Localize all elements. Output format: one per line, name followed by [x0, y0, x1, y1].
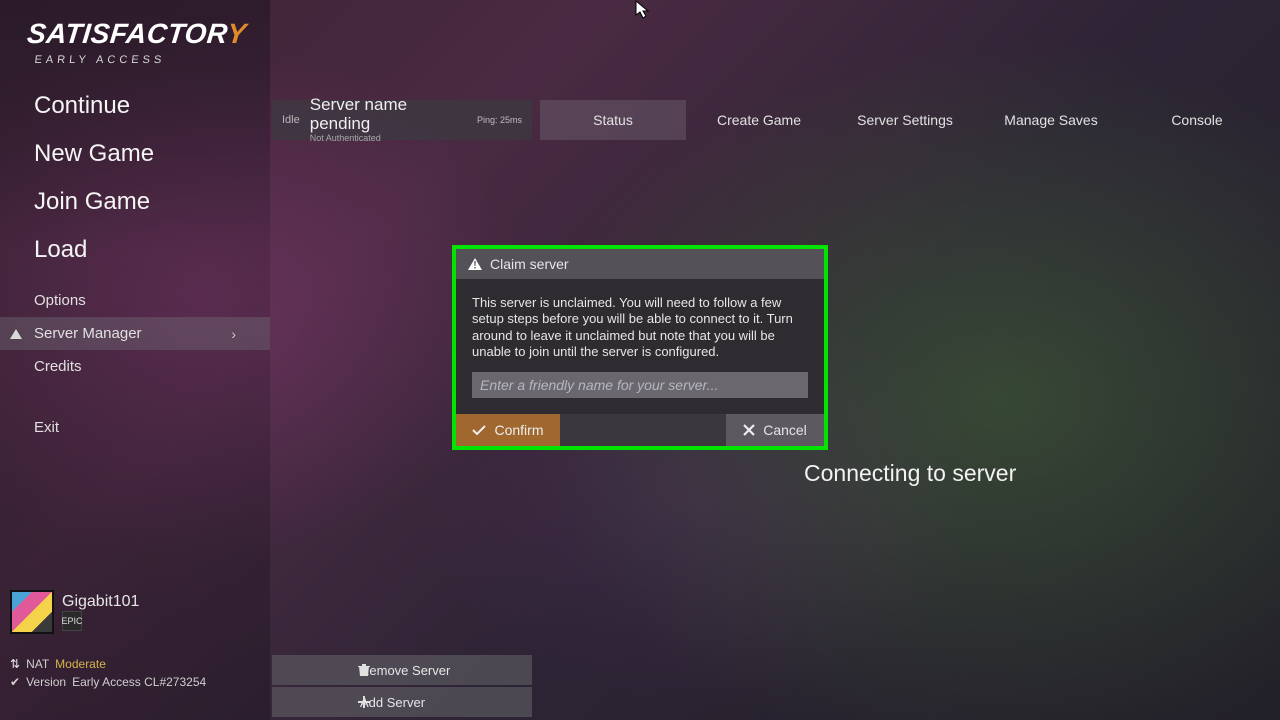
user-card: Gigabit101 EPIC	[10, 590, 139, 634]
main-menu-sidebar: SATISFACTORY EARLY ACCESS Continue New G…	[0, 0, 270, 720]
dialog-actions: Confirm Cancel	[456, 414, 824, 446]
platform-badge: EPIC	[62, 611, 82, 631]
close-icon	[743, 424, 755, 436]
dialog-title: Claim server	[490, 256, 569, 272]
server-list-item[interactable]: Idle Server name pending Not Authenticat…	[272, 100, 532, 140]
nat-icon: ⇅	[10, 655, 20, 673]
chevron-right-icon: ›	[231, 326, 236, 342]
tab-create-game[interactable]: Create Game	[686, 100, 832, 140]
menu-credits[interactable]: Credits	[0, 350, 270, 383]
server-state: Idle	[282, 114, 300, 126]
dialog-spacer	[560, 414, 726, 446]
menu-new-game[interactable]: New Game	[0, 130, 270, 178]
logo-text: SATISFACTOR	[26, 18, 229, 49]
main-menu: Continue New Game Join Game Load Options…	[0, 76, 270, 444]
check-icon: ✔	[10, 673, 20, 691]
cancel-button[interactable]: Cancel	[726, 414, 824, 446]
mouse-cursor-icon	[635, 0, 651, 20]
nat-value: Moderate	[55, 655, 106, 673]
claim-server-dialog: Claim server This server is unclaimed. Y…	[452, 245, 828, 450]
logo-text-y: Y	[226, 18, 248, 49]
menu-exit[interactable]: Exit	[0, 411, 270, 444]
tab-server-settings[interactable]: Server Settings	[832, 100, 978, 140]
server-ping: Ping: 25ms	[477, 115, 522, 125]
remove-server-button[interactable]: Remove Server	[272, 655, 532, 685]
server-auth-status: Not Authenticated	[310, 134, 467, 144]
dialog-title-bar: Claim server	[456, 249, 824, 279]
network-info: ⇅ NAT Moderate ✔ Version Early Access CL…	[10, 655, 206, 691]
dialog-body-text: This server is unclaimed. You will need …	[472, 295, 808, 360]
connecting-label: Connecting to server	[804, 460, 1016, 487]
avatar	[10, 590, 54, 634]
tab-status[interactable]: Status	[540, 100, 686, 140]
confirm-button[interactable]: Confirm	[456, 414, 560, 446]
trash-icon	[358, 663, 370, 677]
add-server-button[interactable]: Add Server	[272, 687, 532, 717]
check-icon	[472, 425, 486, 435]
plus-icon	[358, 696, 370, 708]
menu-continue[interactable]: Continue	[0, 82, 270, 130]
version-value: Early Access CL#273254	[72, 673, 206, 691]
version-label: Version	[26, 673, 66, 691]
tab-manage-saves[interactable]: Manage Saves	[978, 100, 1124, 140]
server-tabs: Status Create Game Server Settings Manag…	[540, 100, 1280, 140]
nat-label: NAT	[26, 655, 49, 673]
game-logo-subtitle: EARLY ACCESS	[0, 54, 271, 76]
menu-load[interactable]: Load	[0, 226, 270, 274]
user-name: Gigabit101	[62, 593, 139, 611]
server-controls: Remove Server Add Server	[272, 655, 532, 719]
server-name-input[interactable]	[472, 372, 808, 398]
game-logo: SATISFACTORY	[0, 0, 273, 54]
menu-options[interactable]: Options	[0, 284, 270, 317]
server-name: Server name pending	[310, 96, 467, 133]
warning-icon	[468, 258, 482, 270]
menu-join-game[interactable]: Join Game	[0, 178, 270, 226]
menu-server-manager[interactable]: Server Manager ›	[0, 317, 270, 350]
tab-console[interactable]: Console	[1124, 100, 1270, 140]
